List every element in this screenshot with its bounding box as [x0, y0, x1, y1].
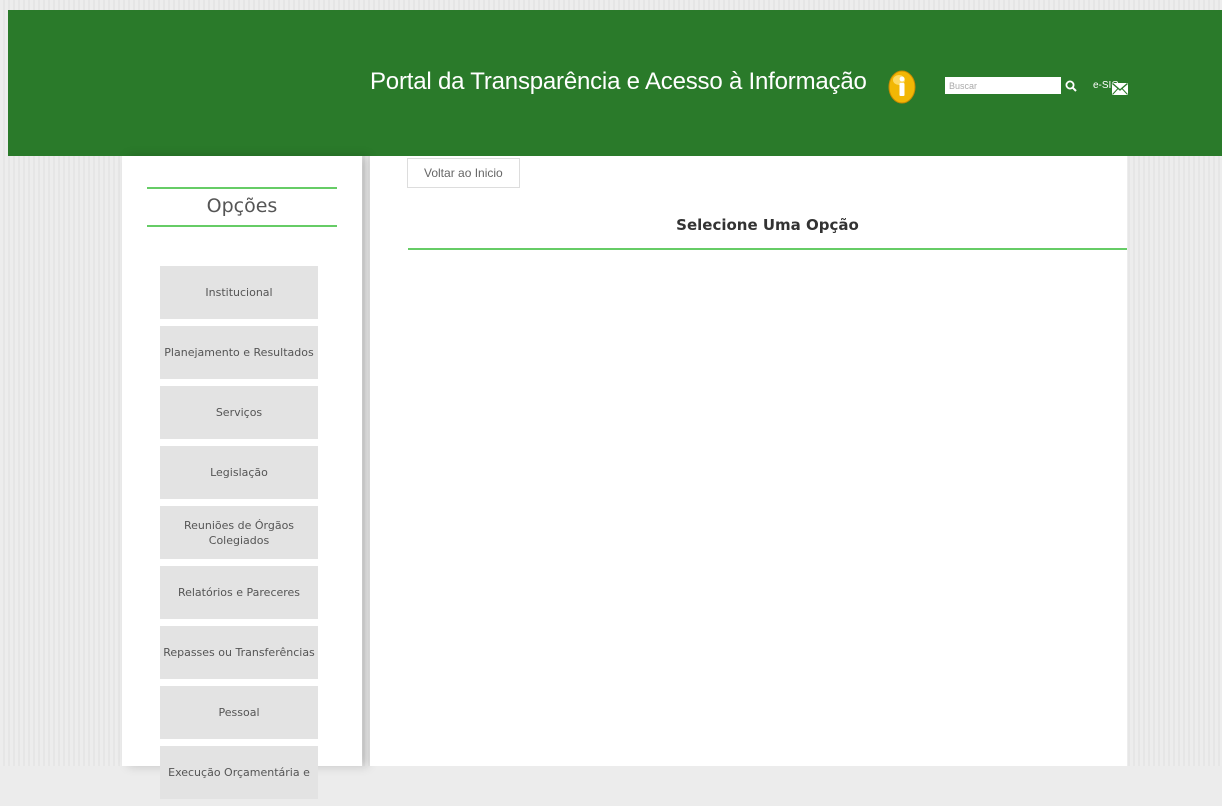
sidebar-item-servicos[interactable]: Serviços [160, 386, 318, 439]
sidebar-item-repasses[interactable]: Repasses ou Transferências [160, 626, 318, 679]
section-divider [408, 248, 1127, 250]
search-input[interactable] [945, 77, 1061, 94]
sidebar-item-pessoal[interactable]: Pessoal [160, 686, 318, 739]
sidebar-item-legislacao[interactable]: Legislação [160, 446, 318, 499]
sidebar-item-institucional[interactable]: Institucional [160, 266, 318, 319]
sidebar-title: Opções [206, 195, 278, 217]
sidebar-item-reunioes[interactable]: Reuniões de Órgãos Colegiados [160, 506, 318, 559]
back-to-home-button[interactable]: Voltar ao Inicio [407, 158, 520, 188]
sidebar: Opções Institucional Planejamento e Resu… [122, 156, 362, 799]
search-icon[interactable] [1065, 77, 1077, 92]
sidebar-item-execucao[interactable]: Execução Orçamentária e [160, 746, 318, 799]
site-header: Portal da Transparência e Acesso à Infor… [8, 10, 1222, 156]
sidebar-item-planejamento[interactable]: Planejamento e Resultados [160, 326, 318, 379]
sidebar-item-relatorios[interactable]: Relatórios e Pareceres [160, 566, 318, 619]
sidebar-title-box: Opções [147, 187, 337, 227]
mail-icon[interactable] [1112, 80, 1128, 95]
info-icon[interactable] [888, 70, 916, 104]
section-heading: Selecione Uma Opção [676, 216, 859, 234]
sidebar-menu: Institucional Planejamento e Resultados … [160, 266, 318, 806]
main-content: Voltar ao Inicio Selecione Uma Opção [370, 156, 1127, 766]
portal-title: Portal da Transparência e Acesso à Infor… [370, 68, 867, 95]
